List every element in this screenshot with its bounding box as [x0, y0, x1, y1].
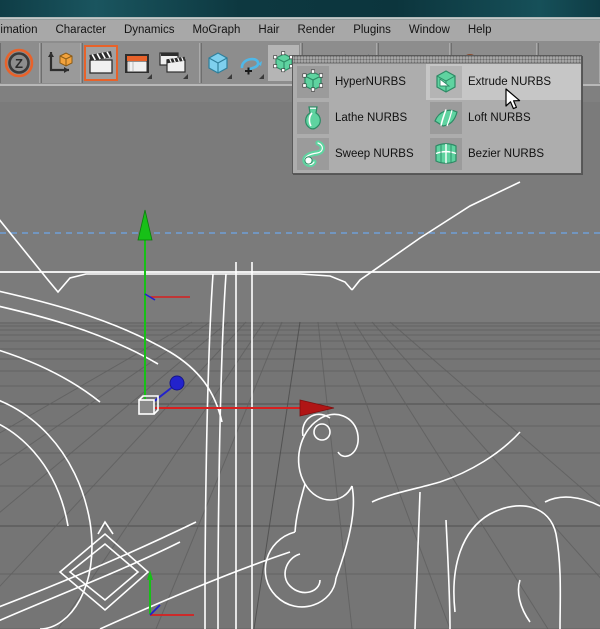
menu-render[interactable]: Render — [288, 20, 344, 41]
render-settings-icon[interactable] — [156, 45, 190, 81]
menu-bar: nimation Character Dynamics MoGraph Hair… — [0, 20, 600, 41]
world-object-axis-icon[interactable] — [43, 45, 77, 81]
palette-label-sweep-nurbs: Sweep NURBS — [335, 148, 414, 160]
palette-item-sweep-nurbs[interactable]: Sweep NURBS — [293, 136, 426, 172]
bezier-nurbs-icon — [430, 138, 462, 170]
palette-label-extrude-nurbs: Extrude NURBS — [468, 76, 552, 88]
palette-item-extrude-nurbs[interactable]: Extrude NURBS — [426, 64, 581, 100]
undo-redo-z-icon[interactable]: Z — [2, 45, 36, 81]
spline-pen-icon[interactable] — [236, 45, 267, 81]
toolbar-group-render — [82, 43, 200, 83]
palette-item-bezier-nurbs[interactable]: Bezier NURBS — [426, 136, 581, 172]
hypernurbs-cube-icon — [297, 66, 329, 98]
dropdown-corner-icon[interactable] — [259, 74, 265, 79]
animation-clapper-icon[interactable] — [84, 45, 118, 81]
dropdown-corner-icon[interactable] — [147, 74, 152, 79]
toolbar-group-axis — [41, 43, 81, 83]
menu-window[interactable]: Window — [400, 20, 459, 41]
dropdown-corner-icon[interactable] — [226, 74, 232, 79]
gizmo-origin-cube[interactable] — [138, 395, 159, 415]
cinema4d-window: nimation Character Dynamics MoGraph Hair… — [0, 0, 600, 629]
menu-help[interactable]: Help — [459, 20, 501, 41]
menu-dynamics[interactable]: Dynamics — [115, 20, 183, 41]
menu-hair[interactable]: Hair — [249, 20, 288, 41]
extrude-nurbs-icon — [430, 66, 462, 98]
svg-text:Z: Z — [15, 56, 23, 71]
palette-label-lathe-nurbs: Lathe NURBS — [335, 112, 408, 124]
y-axis-arrow[interactable] — [137, 209, 153, 241]
palette-item-lathe-nurbs[interactable]: Lathe NURBS — [293, 100, 426, 136]
menu-plugins[interactable]: Plugins — [344, 20, 400, 41]
lathe-nurbs-vase-icon — [297, 102, 329, 134]
palette-item-hypernurbs[interactable]: HyperNURBS — [293, 64, 426, 100]
loft-nurbs-icon — [430, 102, 462, 134]
palette-label-loft-nurbs: Loft NURBS — [468, 112, 531, 124]
palette-item-loft-nurbs[interactable]: Loft NURBS — [426, 100, 581, 136]
palette-label-bezier-nurbs: Bezier NURBS — [468, 148, 545, 160]
toolbar-group-undo: Z — [0, 43, 40, 83]
dropdown-corner-icon[interactable] — [183, 74, 188, 79]
perspective-viewport[interactable] — [0, 102, 600, 629]
z-axis-handle[interactable] — [169, 375, 185, 391]
palette-drag-grip[interactable] — [293, 56, 581, 64]
palette-label-hypernurbs: HyperNURBS — [335, 76, 406, 88]
nurbs-generator-palette[interactable]: HyperNURBS Extrude NURBS Lathe NURBS Lof… — [292, 55, 582, 174]
menu-animation[interactable]: nimation — [0, 20, 46, 41]
window-titlebar — [0, 0, 600, 17]
toolbar-group-objects — [201, 43, 301, 83]
sweep-nurbs-icon — [297, 138, 329, 170]
render-view-icon[interactable] — [120, 45, 154, 81]
menu-mograph[interactable]: MoGraph — [183, 20, 249, 41]
viewport-scene — [0, 181, 600, 629]
primitive-cube-icon[interactable] — [203, 45, 234, 81]
menu-character[interactable]: Character — [46, 20, 115, 41]
